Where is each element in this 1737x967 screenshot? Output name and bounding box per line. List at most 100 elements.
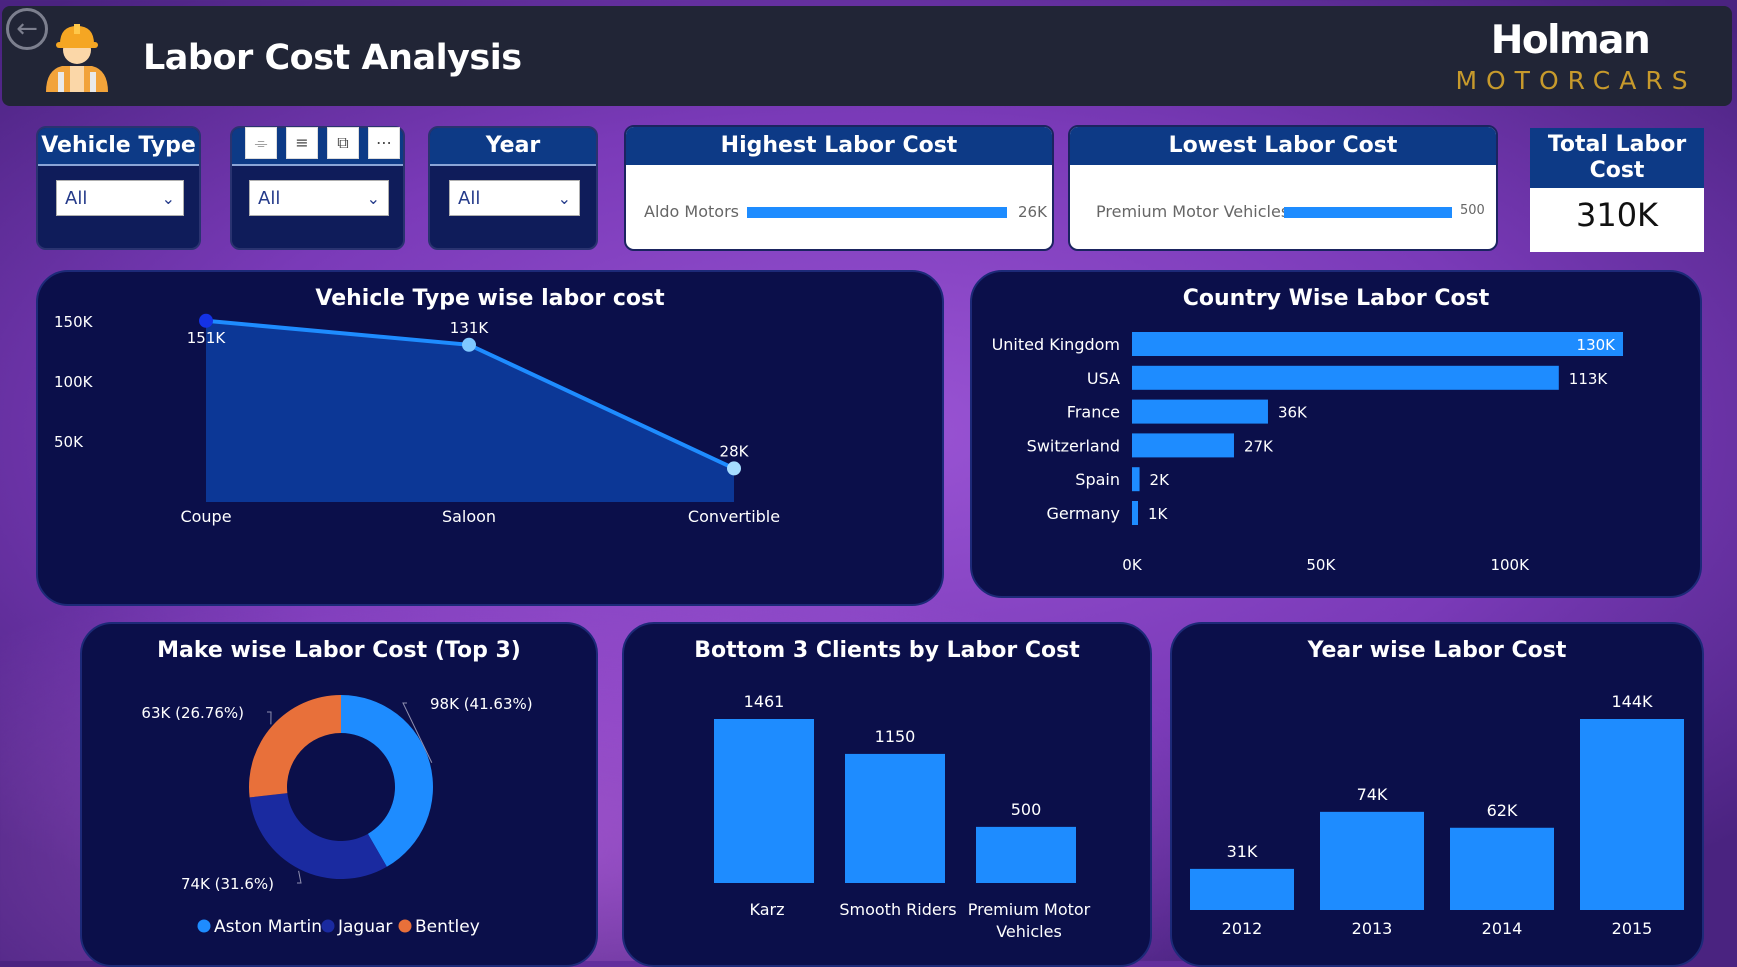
data-label: 2K <box>1150 471 1171 489</box>
data-label: 74K (31.6%) <box>181 875 274 893</box>
data-label: 27K <box>1244 437 1274 455</box>
lowest-labor-cost-card: Lowest Labor Cost Premium Motor Vehicles… <box>1068 125 1498 251</box>
dropdown-value: All <box>65 188 88 209</box>
chevron-down-icon: ⌄ <box>557 189 571 208</box>
vehicle-type-slicer: Vehicle Type All ⌄ <box>36 126 201 250</box>
bar <box>845 753 945 883</box>
bar <box>1450 827 1554 910</box>
data-label: 131K <box>450 319 490 337</box>
category-label: Switzerland <box>1027 436 1120 455</box>
focus-mode-icon[interactable]: ⧉ <box>327 127 359 159</box>
x-tick-label: 2014 <box>1482 919 1523 938</box>
year-dropdown[interactable]: All ⌄ <box>449 180 580 216</box>
data-label: 144K <box>1611 692 1653 711</box>
card-item-bar <box>747 207 1007 218</box>
card-item-bar <box>1284 207 1452 218</box>
year-bar-chart: 31K 2012 74K 2013 62K 2014 144K 2015 <box>1190 692 1684 938</box>
x-tick-label: 2012 <box>1222 919 1263 938</box>
data-label: 1461 <box>744 692 785 711</box>
bar <box>1190 868 1294 910</box>
card-item-value: 26K <box>1018 203 1047 221</box>
donut-slice <box>249 695 341 798</box>
bottom-clients-bar-chart: 1461 Karz 1150 Smooth Riders 500 Premium Moto… <box>714 692 1091 941</box>
data-label: 62K <box>1487 801 1518 820</box>
y-tick-label: 100K <box>54 373 94 391</box>
filter-icon[interactable]: ≡ <box>286 127 318 159</box>
data-label: 1K <box>1148 505 1169 523</box>
category-label: United Kingdom <box>992 335 1120 354</box>
data-label: 63K (26.76%) <box>141 704 244 722</box>
slicer-title: Year <box>430 128 596 166</box>
leader-line <box>297 870 302 884</box>
dropdown-value: All <box>258 188 281 209</box>
legend-label: Bentley <box>415 917 480 937</box>
x-tick-label: 2015 <box>1612 919 1653 938</box>
card-item-value: 500 <box>1460 203 1485 218</box>
category-label: Spain <box>1075 470 1120 489</box>
bell-icon[interactable]: ⌯ <box>245 127 277 159</box>
page-title: Labor Cost Analysis <box>143 38 522 78</box>
highest-labor-cost-card: Highest Labor Cost Aldo Motors 26K <box>624 125 1054 251</box>
data-label: 130K <box>1577 336 1617 354</box>
card-value: 310K <box>1575 196 1659 234</box>
legend-marker <box>197 919 211 933</box>
country-bar-chart: United Kingdom 130K USA 113K France 36K Switze… <box>992 332 1624 574</box>
x-tick-label: 100K <box>1490 556 1530 574</box>
chevron-down-icon: ⌄ <box>161 189 175 208</box>
x-tick-label: 2013 <box>1352 919 1393 938</box>
data-point <box>462 337 476 352</box>
bar <box>1320 811 1424 910</box>
x-tick-label: Coupe <box>180 507 231 526</box>
data-label: 151K <box>187 329 227 347</box>
bar <box>1132 399 1268 424</box>
country-dropdown[interactable]: All ⌄ <box>249 180 389 216</box>
x-tick-label: Smooth Riders <box>839 900 956 919</box>
card-item-label: Aldo Motors <box>644 202 739 221</box>
bar <box>1580 719 1684 910</box>
dropdown-value: All <box>458 188 481 209</box>
data-label: 98K (41.63%) <box>430 695 533 713</box>
card-title: Total Labor Cost <box>1530 128 1704 188</box>
data-point <box>727 461 741 476</box>
legend-marker <box>321 919 335 933</box>
x-tick-label: Convertible <box>688 507 780 526</box>
category-label: France <box>1067 403 1120 422</box>
data-label: 74K <box>1357 785 1388 804</box>
leader-line <box>267 711 272 725</box>
data-point <box>199 313 213 328</box>
bar <box>714 719 814 883</box>
card-title: Lowest Labor Cost <box>1070 127 1496 165</box>
data-label: 28K <box>720 442 750 460</box>
vehicle-type-chart-panel: Vehicle Type wise labor cost 50K 100K 150K… <box>36 270 944 606</box>
vehicle-type-dropdown[interactable]: All ⌄ <box>56 180 184 216</box>
total-labor-cost-card: Total Labor Cost 310K <box>1530 128 1704 252</box>
card-item-label: Premium Motor Vehicles <box>1096 202 1290 221</box>
x-tick-label: 0K <box>1122 556 1143 574</box>
make-donut-chart: 98K (41.63%) 74K (31.6%) 63K (26.76%) Aston… <box>141 695 533 937</box>
x-tick-label: 50K <box>1306 556 1336 574</box>
bar <box>1132 332 1624 356</box>
bar <box>976 826 1076 883</box>
bar <box>1132 467 1140 492</box>
data-label: 36K <box>1278 404 1308 422</box>
x-tick-label: Karz <box>750 900 785 919</box>
construction-worker-icon <box>40 20 114 92</box>
category-label: USA <box>1087 369 1120 388</box>
brand-logo-subtitle: MOTORCARS <box>1455 66 1697 95</box>
year-slicer: Year All ⌄ <box>428 126 598 250</box>
card-title: Highest Labor Cost <box>626 127 1052 165</box>
country-chart-panel: Country Wise Labor Cost United Kingdom 13… <box>970 270 1702 598</box>
x-tick-label: Vehicles <box>996 922 1062 941</box>
x-tick-label: Premium Motor <box>968 900 1091 919</box>
vehicle-type-area-chart: 50K 100K 150K 151K Coupe 131K Saloon 28K Convert… <box>54 313 780 526</box>
more-options-icon[interactable]: ⋯ <box>368 127 400 159</box>
bar <box>1132 433 1234 458</box>
category-label: Germany <box>1046 504 1120 523</box>
legend-label: Jaguar <box>337 917 392 937</box>
data-label: 500 <box>1011 800 1042 819</box>
bottom-clients-chart-panel: Bottom 3 Clients by Labor Cost 1461 Karz 1… <box>622 622 1152 967</box>
legend-label: Aston Martin <box>214 917 322 937</box>
make-chart-panel: Make wise Labor Cost (Top 3) 98K (41.63%… <box>80 622 598 967</box>
x-tick-label: Saloon <box>442 507 496 526</box>
legend-marker <box>398 919 412 933</box>
